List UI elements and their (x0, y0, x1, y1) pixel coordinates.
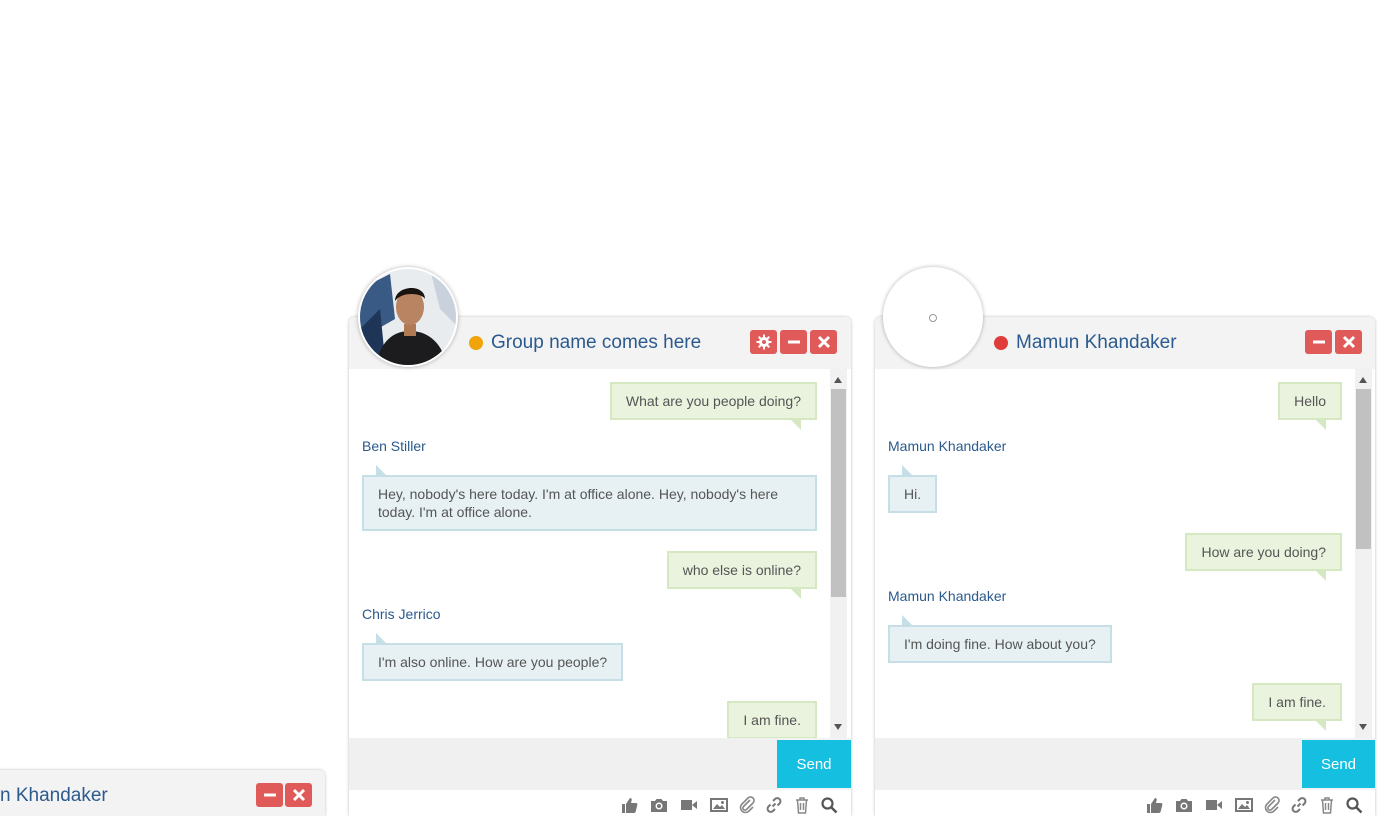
message-incoming: Hi. (888, 465, 938, 513)
chat-toolbar (349, 790, 851, 816)
minimize-icon (787, 335, 801, 349)
image-icon[interactable] (1235, 796, 1253, 814)
send-button[interactable]: Send (1302, 740, 1375, 788)
avatar (358, 267, 458, 367)
message-outgoing: What are you people doing? (609, 382, 817, 430)
settings-button[interactable] (750, 330, 777, 354)
close-icon (817, 335, 831, 349)
message-outgoing: I am fine. (1252, 683, 1342, 731)
scroll-up-arrow[interactable] (1359, 377, 1367, 383)
message-outgoing: I am fine. (727, 701, 817, 738)
minimize-button[interactable] (1305, 330, 1332, 354)
link-icon[interactable] (765, 796, 783, 814)
chat-window-direct: Mamun Khandaker Hello Mamun Khandaker Hi… (875, 317, 1375, 816)
search-icon[interactable] (820, 796, 838, 814)
close-button[interactable] (285, 783, 312, 807)
minimize-button[interactable] (780, 330, 807, 354)
message-list[interactable]: Hello Mamun Khandaker Hi. How are you do… (875, 369, 1375, 738)
status-indicator (994, 336, 1008, 350)
chat-title: Mamun Khandaker (1016, 332, 1177, 353)
trash-icon[interactable] (1318, 796, 1336, 814)
message-sender: Chris Jerrico (362, 606, 441, 622)
chat-toolbar (875, 790, 1375, 816)
loading-icon (929, 314, 937, 322)
trash-icon[interactable] (793, 796, 811, 814)
message-outgoing: Hello (1278, 382, 1342, 430)
search-icon[interactable] (1345, 796, 1363, 814)
close-button[interactable] (1335, 330, 1362, 354)
message-outgoing: How are you doing? (1185, 533, 1342, 581)
image-icon[interactable] (710, 796, 728, 814)
chat-title: Group name comes here (491, 332, 702, 353)
chat-window-group: Group name comes here What are you peopl… (349, 317, 851, 816)
message-list[interactable]: What are you people doing? Ben Stiller H… (349, 369, 851, 738)
video-icon[interactable] (1205, 796, 1223, 814)
message-incoming: I'm also online. How are you people? (362, 633, 624, 681)
thumbs-up-icon[interactable] (1145, 796, 1163, 814)
profile-photo-icon (360, 269, 456, 365)
paperclip-icon[interactable] (738, 796, 756, 814)
scrollbar-thumb[interactable] (831, 389, 846, 597)
minimize-button[interactable] (256, 783, 283, 807)
avatar-placeholder (883, 267, 983, 367)
message-input[interactable] (349, 738, 777, 790)
chat-title: n Khandaker (0, 785, 108, 806)
send-button[interactable]: Send (777, 740, 851, 788)
message-sender: Mamun Khandaker (888, 588, 1007, 604)
camera-icon[interactable] (650, 796, 668, 814)
close-icon (292, 788, 306, 802)
status-indicator (469, 336, 483, 350)
close-icon (1342, 335, 1356, 349)
scroll-down-arrow[interactable] (1359, 724, 1367, 730)
scrollbar-thumb[interactable] (1356, 389, 1371, 549)
video-icon[interactable] (680, 796, 698, 814)
message-sender: Ben Stiller (362, 438, 426, 454)
message-outgoing: who else is online? (666, 551, 817, 599)
scrollbar[interactable] (1355, 369, 1372, 738)
gear-icon (756, 334, 772, 350)
minimize-icon (1312, 335, 1326, 349)
close-button[interactable] (810, 330, 837, 354)
thumbs-up-icon[interactable] (620, 796, 638, 814)
scrollbar[interactable] (830, 369, 847, 738)
paperclip-icon[interactable] (1263, 796, 1281, 814)
message-input[interactable] (875, 738, 1302, 790)
scroll-down-arrow[interactable] (834, 724, 842, 730)
minimized-chat-window[interactable]: n Khandaker (0, 770, 325, 816)
message-sender: Mamun Khandaker (888, 438, 1007, 454)
link-icon[interactable] (1290, 796, 1308, 814)
minimize-icon (263, 788, 277, 802)
camera-icon[interactable] (1175, 796, 1193, 814)
scroll-up-arrow[interactable] (834, 377, 842, 383)
message-incoming: I'm doing fine. How about you? (888, 615, 1112, 663)
message-incoming: Hey, nobody's here today. I'm at office … (362, 465, 817, 531)
